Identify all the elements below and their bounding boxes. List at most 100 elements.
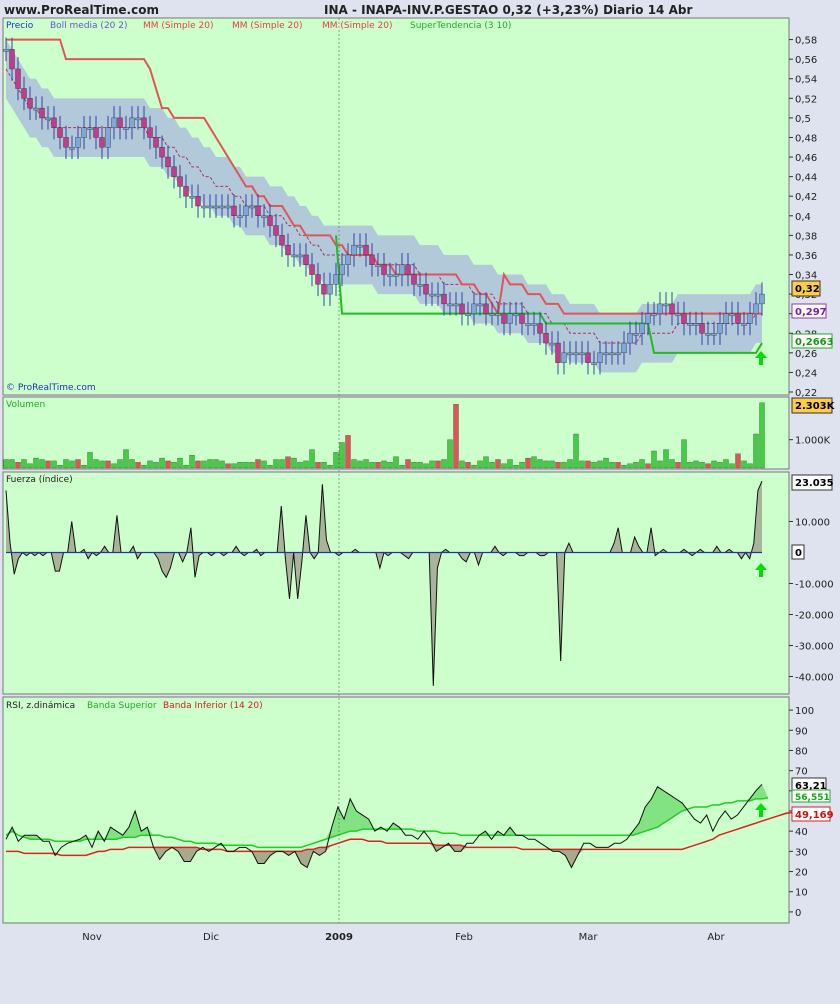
- candle-body: [177, 176, 183, 187]
- ma-value-box: 0,297: [791, 303, 827, 319]
- site-name[interactable]: www.ProRealTime.com: [4, 3, 159, 17]
- candle-body: [351, 244, 357, 256]
- volume-bar: [147, 460, 153, 469]
- price-tick-label: 0,54: [795, 75, 817, 86]
- strength-panel: [2, 471, 790, 695]
- volume-bar: [675, 462, 681, 469]
- legend-boll: Boll media (20 2): [50, 21, 128, 31]
- candle-body: [255, 205, 261, 216]
- candle-body: [423, 284, 429, 295]
- candle-body: [417, 284, 423, 287]
- legend-ma2: MM (Simple 20): [232, 21, 302, 31]
- candle-body: [249, 205, 255, 209]
- x-tick-label: Abr: [707, 932, 725, 943]
- price-tick-label: 0,52: [795, 94, 817, 105]
- volume-bar: [747, 463, 753, 469]
- volume-bar: [555, 462, 561, 469]
- price-tick-label: 0,36: [795, 251, 817, 262]
- volume-bar: [477, 460, 483, 469]
- volume-bar: [303, 460, 309, 469]
- rsi-upper-label: 56,551: [795, 793, 830, 803]
- candle-body: [459, 303, 465, 314]
- price-tick-label: 0,48: [795, 133, 817, 144]
- volume-bar: [561, 462, 567, 469]
- candle-body: [741, 323, 747, 326]
- candle-body: [3, 49, 9, 52]
- volume-bar: [207, 459, 213, 469]
- volume-bar: [177, 457, 183, 469]
- volume-bar: [621, 465, 627, 469]
- volume-bar: [591, 462, 597, 469]
- candle-body: [621, 342, 627, 354]
- volume-bar: [537, 459, 543, 469]
- candle-body: [9, 49, 15, 70]
- candle-body: [225, 205, 231, 209]
- candle-body: [159, 147, 165, 158]
- volume-bar: [351, 459, 357, 469]
- volume-bar: [471, 465, 477, 469]
- volume-bar: [651, 450, 657, 469]
- candle-body: [135, 117, 141, 121]
- volume-bar: [153, 462, 159, 469]
- volume-bar: [705, 463, 711, 469]
- strength-zero-box: 0: [791, 544, 805, 560]
- price-tick-label: 0,46: [795, 153, 817, 164]
- volume-bar: [309, 449, 315, 469]
- candle-body: [699, 323, 705, 334]
- candle-body: [45, 117, 51, 121]
- candle-body: [447, 303, 453, 307]
- volume-bar: [189, 455, 195, 469]
- candle-body: [291, 254, 297, 258]
- volume-bar: [123, 449, 129, 469]
- candle-body: [747, 313, 753, 324]
- x-tick-label: Mar: [579, 932, 599, 943]
- volume-bar: [495, 459, 501, 469]
- candle-body: [165, 156, 171, 168]
- rsi-lower-box: 49,169: [791, 806, 834, 822]
- candle-body: [489, 313, 495, 316]
- volume-bar: [3, 459, 9, 469]
- rsi-tick-label: 40: [795, 827, 808, 838]
- volume-bar: [291, 457, 297, 469]
- price-tick-label: 0,5: [795, 114, 811, 125]
- candle-body: [195, 196, 201, 207]
- candle-body: [303, 254, 309, 265]
- x-tick-label: Feb: [455, 932, 473, 943]
- volume-bar: [321, 462, 327, 469]
- volume-bar: [21, 459, 27, 469]
- candle-body: [231, 205, 237, 216]
- volume-bar: [723, 459, 729, 469]
- candle-body: [105, 127, 111, 148]
- candle-body: [561, 352, 567, 363]
- chart-title: INA - INAPA-INV.P.GESTAO 0,32 (+3,23%) D…: [324, 3, 692, 17]
- volume-bar: [363, 459, 369, 469]
- candle-body: [465, 313, 471, 316]
- candle-body: [327, 284, 333, 295]
- volume-bar: [759, 402, 765, 469]
- volume-bar: [483, 456, 489, 469]
- candle-body: [435, 293, 441, 297]
- legend-ma1: MM (Simple 20): [143, 21, 213, 31]
- volume-bar: [687, 462, 693, 469]
- candle-body: [429, 293, 435, 297]
- volume-bar: [255, 459, 261, 469]
- candle-body: [273, 225, 279, 236]
- candle-body: [369, 254, 375, 265]
- volume-bar: [297, 462, 303, 469]
- strength-title: Fuerza (índice): [6, 475, 73, 485]
- volume-bar: [579, 460, 585, 469]
- candle-body: [555, 342, 561, 363]
- volume-bar: [195, 460, 201, 469]
- strength-zero-label: 0: [795, 548, 802, 559]
- volume-bar: [735, 453, 741, 469]
- candle-body: [171, 166, 177, 177]
- volume-tick-label: 1.000K: [795, 436, 831, 447]
- candle-body: [99, 137, 105, 148]
- volume-bar: [69, 460, 75, 469]
- candle-body: [147, 127, 153, 138]
- candle-body: [315, 274, 321, 285]
- volume-bar: [57, 465, 63, 469]
- candle-body: [93, 127, 99, 138]
- candle-body: [189, 196, 195, 199]
- candle-body: [477, 303, 483, 307]
